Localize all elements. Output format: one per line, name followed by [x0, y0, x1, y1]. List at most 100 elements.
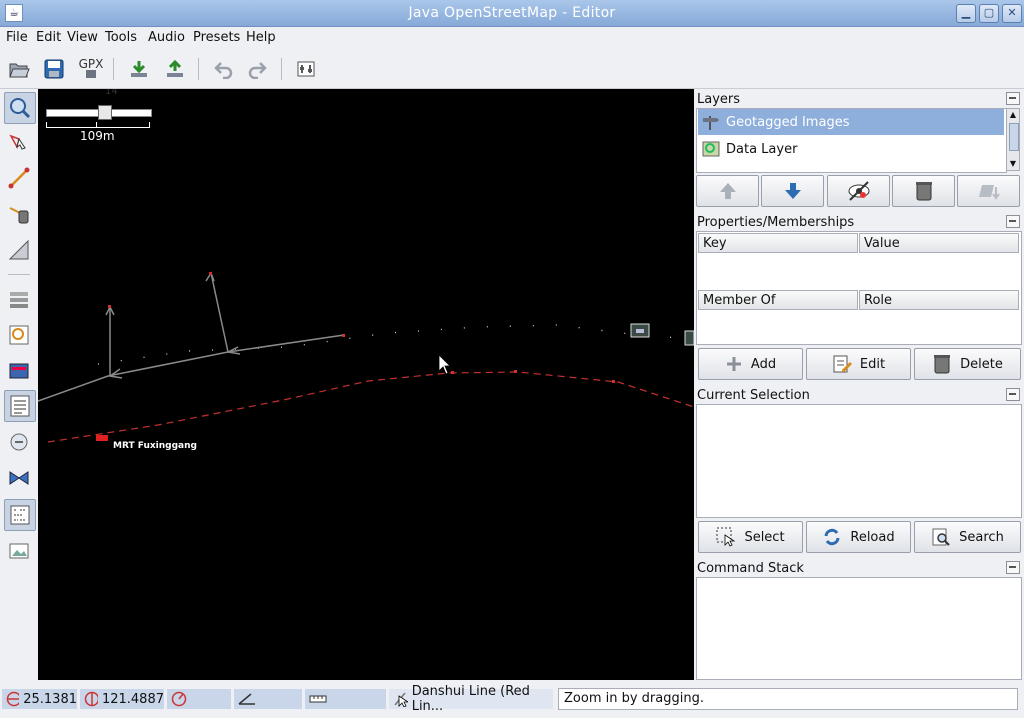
toggle-relations-icon[interactable] [4, 463, 34, 493]
open-folder-icon[interactable] [6, 56, 32, 82]
toolbox-separator [8, 274, 30, 275]
layer-row-data-layer[interactable]: Data Layer [698, 136, 1004, 162]
move-up-button[interactable] [696, 175, 759, 207]
main-toolbar: GPX [0, 50, 1024, 89]
toggle-visibility-button[interactable] [827, 175, 890, 207]
menu-help[interactable]: Help [246, 30, 276, 45]
trash-icon [934, 355, 951, 374]
save-icon[interactable] [41, 56, 67, 82]
reload-icon [824, 528, 840, 546]
command-stack-list[interactable] [696, 577, 1022, 680]
scale-bar [46, 122, 150, 128]
way-node[interactable] [612, 380, 615, 383]
longitude-icon [84, 691, 98, 707]
latitude-field: 25.1381 [2, 689, 77, 709]
select-mode-icon[interactable] [4, 127, 34, 157]
arrow-up-icon [719, 183, 736, 199]
scroll-up-icon[interactable]: ▲ [1008, 110, 1018, 120]
way-node[interactable] [342, 334, 345, 337]
column-key[interactable]: Key [698, 233, 858, 253]
layers-list[interactable]: Geotagged Images Data Layer [696, 108, 1007, 173]
menu-audio[interactable]: Audio [148, 30, 185, 45]
scroll-thumb[interactable] [1009, 123, 1019, 151]
selection-list[interactable] [696, 404, 1022, 518]
geotagged-image-icon[interactable] [684, 330, 694, 346]
way-node[interactable] [451, 371, 454, 374]
menu-edit[interactable]: Edit [36, 30, 61, 45]
edit-button[interactable]: Edit [806, 348, 911, 380]
add-button[interactable]: Add [698, 348, 803, 380]
add-label: Add [750, 356, 777, 372]
way-node[interactable] [209, 272, 212, 275]
column-role[interactable]: Role [859, 290, 1019, 310]
way-node[interactable] [514, 370, 517, 373]
scroll-down-icon[interactable]: ▼ [1008, 159, 1018, 169]
move-down-button[interactable] [761, 175, 824, 207]
arrow-down-icon [784, 183, 801, 199]
angle-icon [238, 693, 255, 705]
upload-icon[interactable] [162, 56, 188, 82]
select-button[interactable]: Select [698, 521, 803, 553]
menu-view[interactable]: View [67, 30, 98, 45]
save-gpx-icon[interactable]: GPX [78, 56, 104, 82]
layer-name: Geotagged Images [726, 114, 850, 130]
map-canvas[interactable] [38, 89, 694, 680]
menu-file[interactable]: File [6, 30, 28, 45]
edit-pencil-icon [833, 355, 852, 373]
station-marker[interactable] [96, 435, 108, 441]
preferences-icon[interactable] [293, 56, 319, 82]
pin-icon[interactable] [1006, 388, 1020, 401]
toggle-images-icon[interactable] [4, 536, 34, 566]
close-icon[interactable]: ✕ [1002, 4, 1022, 23]
search-icon [932, 528, 950, 546]
gray-way[interactable] [38, 334, 345, 402]
toggle-layers-icon[interactable] [4, 284, 34, 314]
toolbar-separator [198, 58, 199, 80]
layers-scrollbar[interactable]: ▲ ▼ [1006, 108, 1020, 171]
pin-icon[interactable] [1006, 561, 1020, 574]
delete-layer-button[interactable] [892, 175, 955, 207]
toggle-selection-icon[interactable] [4, 356, 34, 386]
column-member-of[interactable]: Member Of [698, 290, 858, 310]
trash-icon [915, 182, 932, 201]
column-value[interactable]: Value [859, 233, 1019, 253]
toolbar-separator [281, 58, 282, 80]
toggle-conflicts-icon[interactable] [4, 427, 34, 457]
merge-icon [978, 185, 1000, 200]
maximize-icon[interactable]: ▢ [979, 4, 999, 23]
toggle-command-stack-icon[interactable] [4, 390, 36, 422]
toggle-properties-icon[interactable] [4, 320, 34, 350]
latitude-icon [6, 691, 20, 707]
delete-mode-icon[interactable] [4, 199, 34, 229]
merge-layer-button[interactable] [957, 175, 1020, 207]
search-button[interactable]: Search [914, 521, 1021, 553]
delete-button[interactable]: Delete [914, 348, 1021, 380]
undo-icon[interactable] [211, 56, 237, 82]
heading-field [167, 689, 231, 709]
pin-icon[interactable] [1006, 92, 1020, 105]
menu-presets[interactable]: Presets [193, 30, 240, 45]
reload-label: Reload [850, 529, 895, 545]
toggle-filter-icon[interactable] [4, 499, 36, 531]
minimize-icon[interactable]: ▁ [956, 4, 976, 23]
dotted-way[interactable] [97, 324, 694, 365]
pin-icon[interactable] [1006, 215, 1020, 228]
rail-line[interactable] [47, 371, 694, 443]
mouse-cursor-icon [438, 354, 451, 375]
map-view[interactable]: MRT Fuxinggang 14 109m [38, 89, 694, 680]
gray-way-branch[interactable] [210, 272, 229, 353]
station-label: MRT Fuxinggang [113, 441, 197, 451]
redo-icon[interactable] [244, 56, 270, 82]
way-node[interactable] [108, 305, 111, 308]
layer-row-geotagged-images[interactable]: Geotagged Images [698, 109, 1004, 135]
measure-mode-icon[interactable] [4, 235, 34, 265]
name-field: Danshui Line (Red Lin... [389, 684, 553, 714]
zoom-slider-handle[interactable] [98, 105, 112, 120]
reload-button[interactable]: Reload [806, 521, 911, 553]
name-value: Danshui Line (Red Lin... [411, 684, 530, 714]
download-icon[interactable] [126, 56, 152, 82]
menu-tools[interactable]: Tools [105, 30, 137, 45]
properties-title: Properties/Memberships [697, 215, 855, 230]
draw-mode-icon[interactable] [4, 163, 34, 193]
zoom-mode-icon[interactable] [4, 92, 36, 124]
